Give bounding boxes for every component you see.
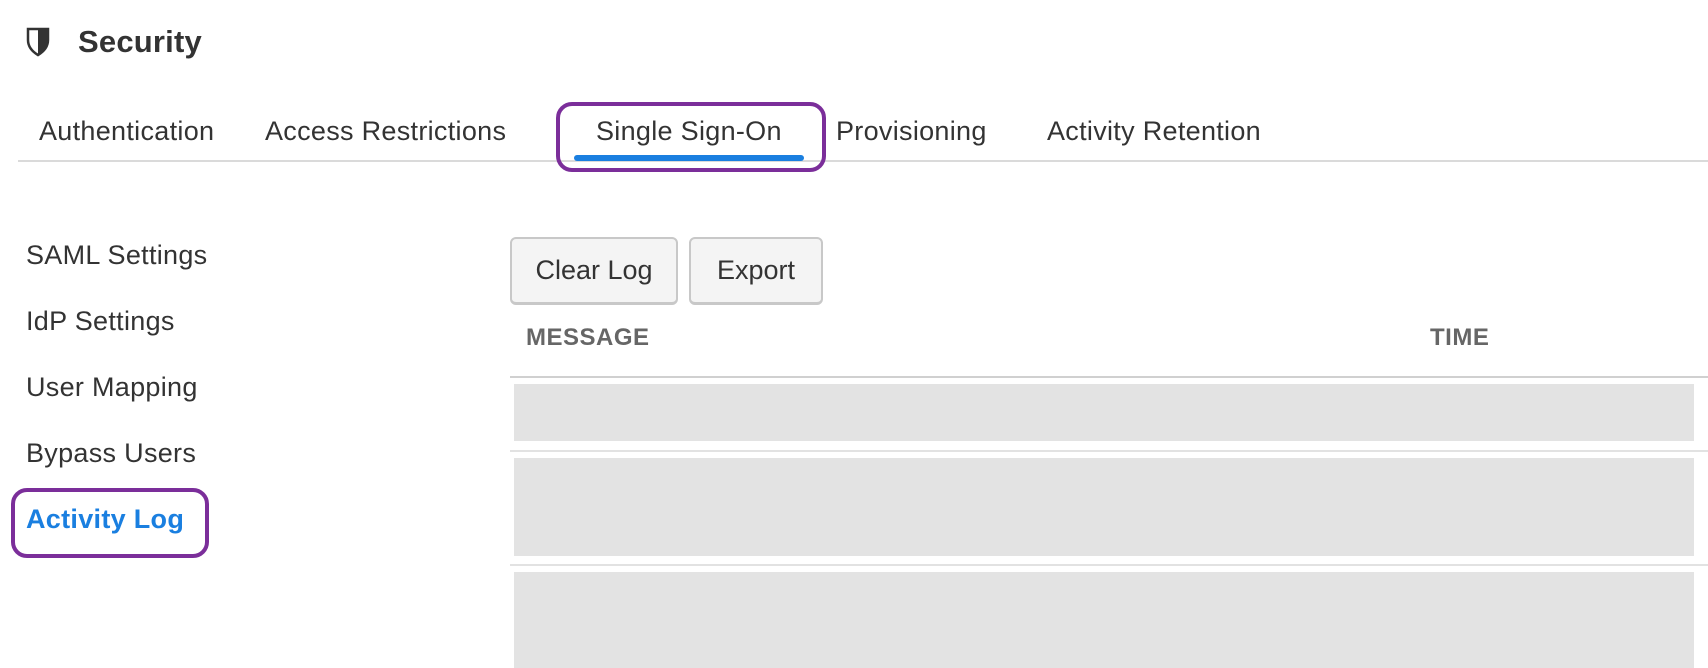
loading-placeholder <box>514 384 1694 441</box>
column-header-time[interactable]: TIME <box>1430 324 1489 352</box>
loading-placeholder <box>514 458 1694 556</box>
tab-activity-retention[interactable]: Activity Retention <box>1047 116 1261 147</box>
page-title: Security <box>78 24 202 59</box>
tab-single-sign-on[interactable]: Single Sign-On <box>574 116 804 161</box>
table-row <box>510 452 1708 566</box>
activity-log-table: MESSAGE TIME <box>510 320 1708 668</box>
sidebar-item-idp-settings[interactable]: IdP Settings <box>26 306 175 337</box>
sidebar-item-saml-settings[interactable]: SAML Settings <box>26 240 207 271</box>
loading-placeholder <box>514 572 1694 668</box>
column-header-message[interactable]: MESSAGE <box>526 324 650 352</box>
tab-access-restrictions[interactable]: Access Restrictions <box>265 116 506 147</box>
sidebar-item-user-mapping[interactable]: User Mapping <box>26 372 198 403</box>
sidebar-item-bypass-users[interactable]: Bypass Users <box>26 438 196 469</box>
table-row <box>510 378 1708 452</box>
tab-authentication[interactable]: Authentication <box>39 116 214 147</box>
export-button[interactable]: Export <box>689 237 823 305</box>
shield-icon <box>26 27 50 57</box>
table-row <box>510 566 1708 668</box>
clear-log-button[interactable]: Clear Log <box>510 237 678 305</box>
tab-bar: Authentication Access Restrictions Singl… <box>18 100 1708 162</box>
sidebar-item-activity-log[interactable]: Activity Log <box>26 504 184 535</box>
table-header: MESSAGE TIME <box>510 320 1708 378</box>
page-header: Security <box>26 22 202 62</box>
tab-provisioning[interactable]: Provisioning <box>836 116 987 147</box>
